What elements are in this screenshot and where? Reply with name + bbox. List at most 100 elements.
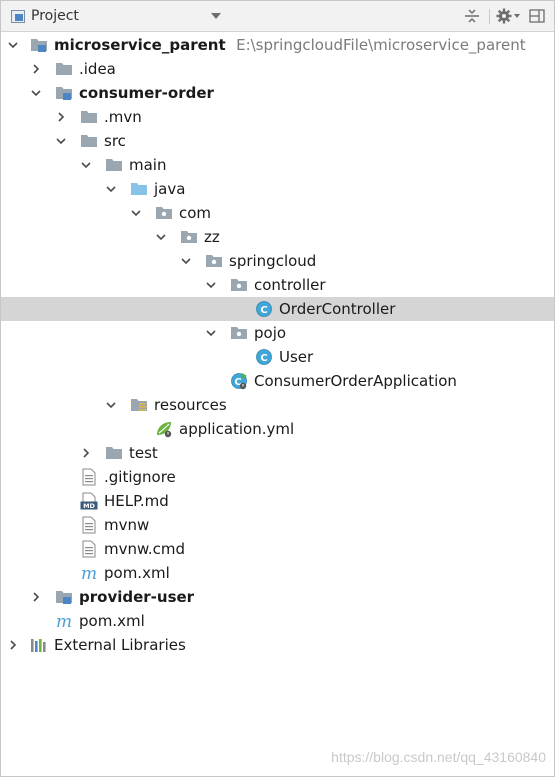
tree-row-application-yml[interactable]: application.yml xyxy=(1,417,554,441)
collapse-all-icon[interactable] xyxy=(463,7,481,25)
collapsed-arrow-icon[interactable] xyxy=(55,111,67,123)
watermark: https://blog.csdn.net/qq_43160840 xyxy=(331,749,546,765)
tree-label-mvn: .mvn xyxy=(104,108,142,126)
tree-row-springcloud[interactable]: springcloud xyxy=(1,249,554,273)
resources-folder-icon xyxy=(130,396,148,414)
collapsed-arrow-icon[interactable] xyxy=(30,63,42,75)
tree-row-main[interactable]: main xyxy=(1,153,554,177)
tree-row-java[interactable]: java xyxy=(1,177,554,201)
tree-label-pom-root: pom.xml xyxy=(79,612,145,630)
tree-row-idea[interactable]: .idea xyxy=(1,57,554,81)
text-file-icon xyxy=(80,468,98,486)
collapsed-arrow-icon[interactable] xyxy=(30,591,42,603)
tree-row-gitignore[interactable]: .gitignore xyxy=(1,465,554,489)
expanded-arrow-icon[interactable] xyxy=(30,87,42,99)
tree-row-controller[interactable]: controller xyxy=(1,273,554,297)
libraries-icon xyxy=(30,636,48,654)
svg-text:m: m xyxy=(56,612,72,630)
tree-label-application-yml: application.yml xyxy=(179,420,295,438)
root-module-path: E:\springcloudFile\microservice_parent xyxy=(236,36,526,54)
spring-config-icon xyxy=(155,420,173,438)
dropdown-caret-icon[interactable] xyxy=(211,13,221,19)
tree-row-consumer-order[interactable]: consumer-order xyxy=(1,81,554,105)
collapsed-arrow-icon[interactable] xyxy=(7,639,19,651)
expanded-arrow-icon[interactable] xyxy=(205,327,217,339)
expanded-arrow-icon[interactable] xyxy=(105,183,117,195)
folder-icon xyxy=(80,132,98,150)
maven-icon: m xyxy=(80,564,98,582)
project-view-icon xyxy=(11,9,25,23)
tree-label-resources: resources xyxy=(154,396,227,414)
maven-icon: m xyxy=(55,612,73,630)
tree-label-external-libraries: External Libraries xyxy=(54,636,186,654)
tree-row-test[interactable]: test xyxy=(1,441,554,465)
tree-row-pom-inner[interactable]: m pom.xml xyxy=(1,561,554,585)
expanded-arrow-icon[interactable] xyxy=(155,231,167,243)
tree-label-consumer-order-application: ConsumerOrderApplication xyxy=(254,372,457,390)
expanded-arrow-icon[interactable] xyxy=(7,39,19,51)
tree-label-order-controller: OrderController xyxy=(279,300,396,318)
tree-row-external-libraries[interactable]: External Libraries xyxy=(1,633,554,657)
folder-icon xyxy=(80,108,98,126)
tree-row-pojo[interactable]: pojo xyxy=(1,321,554,345)
tree-row-microservice-parent[interactable]: microservice_parent E:\springcloudFile\m… xyxy=(1,33,554,57)
project-tool-window: Project microservice_parent E:\springclo… xyxy=(0,0,555,777)
markdown-file-icon: MD xyxy=(80,492,98,510)
tree-label-microservice-parent: microservice_parent E:\springcloudFile\m… xyxy=(54,35,526,55)
tree-row-help-md[interactable]: MD HELP.md xyxy=(1,489,554,513)
toolbar-separator xyxy=(489,9,490,24)
project-title: Project xyxy=(31,8,79,24)
tree-label-mvnw-cmd: mvnw.cmd xyxy=(104,540,186,558)
settings-caret-icon[interactable] xyxy=(512,7,522,25)
svg-text:m: m xyxy=(81,564,97,582)
tree-label-consumer-order: consumer-order xyxy=(79,84,214,102)
tree-row-com[interactable]: com xyxy=(1,201,554,225)
tree-row-resources[interactable]: resources xyxy=(1,393,554,417)
tree-row-mvnw-cmd[interactable]: mvnw.cmd xyxy=(1,537,554,561)
expanded-arrow-icon[interactable] xyxy=(205,279,217,291)
expanded-arrow-icon[interactable] xyxy=(55,135,67,147)
text-file-icon xyxy=(80,516,98,534)
tree-label-gitignore: .gitignore xyxy=(104,468,176,486)
tree-row-provider-user[interactable]: provider-user xyxy=(1,585,554,609)
source-folder-icon xyxy=(130,180,148,198)
folder-icon xyxy=(105,444,123,462)
tree-row-src[interactable]: src xyxy=(1,129,554,153)
root-module-name: microservice_parent xyxy=(54,36,226,54)
settings-gear-icon[interactable] xyxy=(495,7,513,25)
tree-label-test: test xyxy=(129,444,158,462)
tree-row-zz[interactable]: zz xyxy=(1,225,554,249)
module-folder-icon xyxy=(55,588,73,606)
module-folder-icon xyxy=(55,84,73,102)
tree-label-springcloud: springcloud xyxy=(229,252,317,270)
tree-row-pom-root[interactable]: m pom.xml xyxy=(1,609,554,633)
expanded-arrow-icon[interactable] xyxy=(180,255,192,267)
tree-label-user: User xyxy=(279,348,314,366)
tree-row-mvn[interactable]: .mvn xyxy=(1,105,554,129)
folder-icon xyxy=(105,156,123,174)
text-file-icon xyxy=(80,540,98,558)
expanded-arrow-icon[interactable] xyxy=(130,207,142,219)
tree-label-pojo: pojo xyxy=(254,324,287,342)
hide-panel-icon[interactable] xyxy=(528,7,546,25)
module-folder-icon xyxy=(30,36,48,54)
tree-row-order-controller[interactable]: C OrderController xyxy=(1,297,554,321)
tree-row-user[interactable]: C User xyxy=(1,345,554,369)
tree-label-mvnw: mvnw xyxy=(104,516,150,534)
expanded-arrow-icon[interactable] xyxy=(105,399,117,411)
expanded-arrow-icon[interactable] xyxy=(80,159,92,171)
collapsed-arrow-icon[interactable] xyxy=(80,447,92,459)
tree-label-com: com xyxy=(179,204,212,222)
package-icon xyxy=(155,204,173,222)
tree-row-mvnw[interactable]: mvnw xyxy=(1,513,554,537)
package-icon xyxy=(205,252,223,270)
project-toolbar: Project xyxy=(1,1,554,32)
tree-row-consumer-order-application[interactable]: C ConsumerOrderApplication xyxy=(1,369,554,393)
tree-label-provider-user: provider-user xyxy=(79,588,195,606)
project-view-selector[interactable]: Project xyxy=(11,7,79,25)
tree-label-src: src xyxy=(104,132,126,150)
svg-text:C: C xyxy=(260,353,267,364)
spring-boot-application-class-icon: C xyxy=(230,372,248,390)
tree-label-java: java xyxy=(154,180,186,198)
tree-label-zz: zz xyxy=(204,228,220,246)
